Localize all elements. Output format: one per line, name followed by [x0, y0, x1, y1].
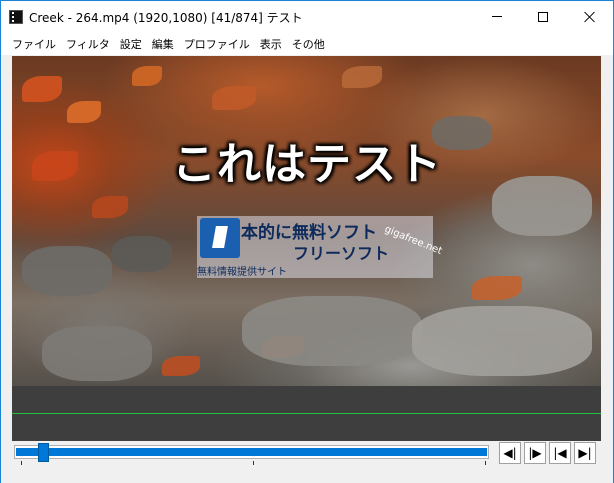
last-frame-button[interactable]: ▶| [574, 442, 596, 464]
seek-tick [253, 461, 254, 465]
close-button[interactable] [567, 1, 613, 32]
menu-view[interactable]: 表示 [255, 34, 287, 54]
window-title: Creek - 264.mp4 (1920,1080) [41/874] テスト [29, 11, 303, 25]
autumn-leaf [212, 86, 256, 110]
river-rock [42, 326, 152, 381]
river-rock [412, 306, 592, 376]
video-preview[interactable]: これはテスト 本的に無料ソフト フリーソフト 無料情報提供サイト gigafre… [12, 56, 601, 386]
seek-tick [485, 461, 486, 465]
river-rock [242, 296, 422, 366]
prev-frame-button[interactable]: ◀| [499, 442, 521, 464]
maximize-icon [538, 11, 548, 22]
next-frame-button[interactable]: |▶ [524, 442, 546, 464]
autumn-leaf [32, 151, 78, 181]
menu-profile[interactable]: プロファイル [179, 34, 255, 54]
timeline-track-line [12, 413, 601, 414]
playback-controls: ◀| |▶ |◀ ▶| [1, 441, 613, 483]
film-strip-icon [9, 10, 23, 24]
menu-other[interactable]: その他 [287, 34, 330, 54]
watermark-tagline: 無料情報提供サイト [197, 267, 287, 278]
autumn-leaf [22, 76, 62, 102]
menu-filter[interactable]: フィルタ [61, 34, 115, 54]
minimize-icon [492, 16, 502, 17]
river-rock [112, 236, 172, 272]
watermark-domain: gigafree.net [382, 224, 444, 258]
autumn-leaf [92, 196, 128, 218]
autumn-leaf [67, 101, 101, 123]
menu-file[interactable]: ファイル [7, 34, 61, 54]
watermark-line2: フリーソフト [293, 244, 390, 263]
seek-bar[interactable] [14, 443, 489, 462]
autumn-leaf [132, 66, 162, 86]
seek-progress [16, 448, 487, 456]
first-frame-button[interactable]: |◀ [549, 442, 571, 464]
autumn-leaf [342, 66, 382, 88]
menu-edit[interactable]: 編集 [147, 34, 179, 54]
menu-settings[interactable]: 設定 [115, 34, 147, 54]
autumn-leaf [162, 356, 200, 376]
app-window: Creek - 264.mp4 (1920,1080) [41/874] テスト… [0, 0, 614, 483]
timeline-panel[interactable] [12, 386, 601, 441]
maximize-button[interactable] [520, 1, 566, 32]
seek-thumb[interactable] [38, 443, 49, 462]
river-rock [492, 176, 592, 236]
autumn-leaf [472, 276, 522, 300]
subtitle-overlay: これはテスト [172, 139, 442, 190]
title-bar[interactable]: Creek - 264.mp4 (1920,1080) [41/874] テスト [1, 1, 613, 32]
close-icon [584, 11, 596, 23]
seek-ticks [21, 461, 486, 467]
river-rock [22, 246, 112, 296]
menu-bar: ファイル フィルタ 設定 編集 プロファイル 表示 その他 [1, 32, 613, 56]
site-logo-icon [200, 218, 240, 258]
seek-tick [21, 461, 22, 465]
watermark-banner: 本的に無料ソフト フリーソフト 無料情報提供サイト gigafree.net [197, 216, 443, 278]
minimize-button[interactable] [474, 1, 520, 32]
